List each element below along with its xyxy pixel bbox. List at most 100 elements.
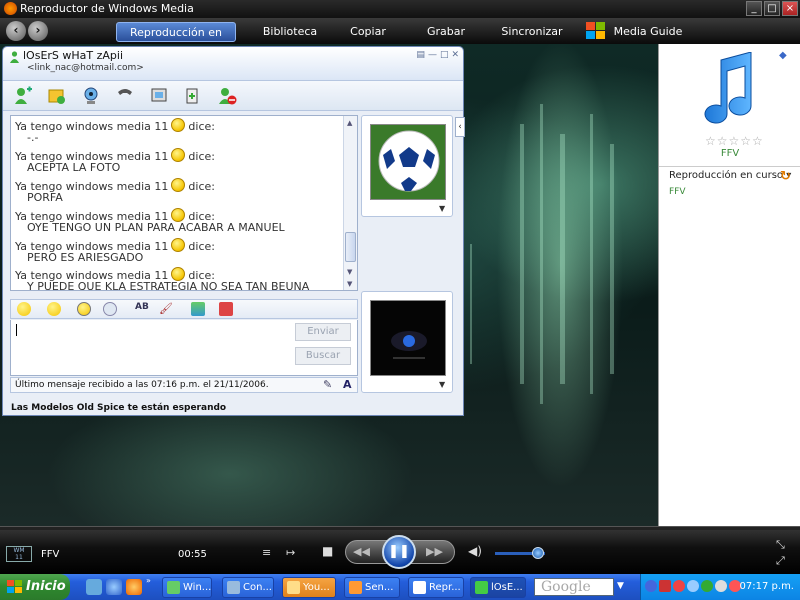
chat-history[interactable]: Ya tengo windows media 11 dice: -.- Ya te… — [10, 115, 358, 291]
quicklaunch-desktop-icon[interactable] — [86, 579, 102, 595]
quicklaunch-ie-icon[interactable] — [106, 579, 122, 595]
block-contact-icon[interactable] — [217, 86, 237, 106]
last-message-status: Último mensaje recibido a las 07:16 p.m.… — [10, 377, 358, 393]
forward-arrow-icon[interactable]: › — [28, 21, 48, 41]
volume-knob[interactable] — [531, 547, 544, 559]
control-track-title: FFV — [41, 549, 60, 560]
taskbar: Inicio » Win... Con... You... Sen... Rep… — [0, 574, 800, 600]
msn-menu-button[interactable]: ▤ — [416, 50, 425, 60]
smiley-icon — [171, 148, 186, 162]
message-text: PORFA — [27, 191, 63, 204]
maximize-button[interactable]: □ — [764, 1, 780, 16]
my-picture-menu-icon[interactable]: ▼ — [439, 380, 445, 389]
previous-button[interactable]: ◀◀ — [353, 545, 370, 558]
quicklaunch-firefox-icon[interactable] — [126, 579, 142, 595]
handwriting-icon[interactable]: ✎ — [323, 378, 332, 391]
tab-sync[interactable]: Sincronizar — [492, 22, 572, 42]
background-brush-icon[interactable]: 🖌 — [159, 302, 173, 316]
quicklaunch-expand-icon[interactable]: » — [146, 576, 154, 585]
contact-picture[interactable] — [370, 124, 446, 200]
task-youtube[interactable]: You... — [282, 577, 336, 598]
collapse-pictures-button[interactable]: ‹ — [455, 117, 465, 137]
scrollbar-thumb[interactable] — [345, 232, 356, 262]
msn-window-controls: ▤ — □ ✕ — [416, 50, 459, 60]
contact-email: <link_nac@hotmail.com> — [27, 63, 144, 73]
shuffle-icon[interactable]: ↻ — [780, 169, 791, 184]
back-arrow-icon[interactable]: ‹ — [6, 21, 26, 41]
tray-antivirus-icon[interactable] — [659, 580, 671, 592]
next-button[interactable]: ▶▶ — [426, 545, 443, 558]
invite-contact-icon[interactable] — [13, 86, 33, 106]
tray-volume-icon[interactable] — [715, 580, 727, 592]
send-files-icon[interactable] — [47, 86, 67, 106]
seek-bar[interactable] — [0, 526, 800, 530]
msn-minimize-button[interactable]: — — [428, 50, 437, 60]
tray-messenger-icon[interactable] — [687, 580, 699, 592]
smiley-icon — [171, 118, 186, 132]
tab-rip[interactable]: Copiar — [336, 22, 400, 42]
contact-picture-menu-icon[interactable]: ▼ — [439, 204, 445, 213]
task-player[interactable]: Repr... — [408, 577, 464, 598]
message-text: PERO ES ARIESGADO — [27, 251, 144, 264]
playlist-item[interactable]: FFV — [669, 187, 686, 197]
task-send[interactable]: Sen... — [344, 577, 400, 598]
windows-flag-icon — [586, 22, 606, 40]
tray-update-icon[interactable] — [701, 580, 713, 592]
fullscreen-icon[interactable]: ⤡ — [776, 538, 785, 552]
search-dropdown-icon[interactable]: ▼ — [617, 581, 625, 591]
font-icon[interactable]: AB — [135, 302, 149, 316]
gift-icon[interactable] — [219, 302, 233, 316]
smiley-icon — [171, 238, 186, 252]
tab-media-guide[interactable]: Media Guide — [612, 22, 684, 42]
msn-close-button[interactable]: ✕ — [451, 50, 459, 60]
playback-controls: WM 11 FFV 00:55 ≡ ↦ ■ ◀◀ ▶▶ ❚❚ ◀) ⤡ ⤢ — [0, 526, 800, 574]
minimize-button[interactable]: _ — [746, 1, 762, 16]
repeat-button[interactable]: ↦ — [286, 546, 295, 559]
album-art-thumb: WM 11 — [6, 546, 32, 562]
close-button[interactable]: × — [782, 1, 798, 16]
emoticon-icon[interactable] — [17, 302, 31, 316]
voice-clip-icon[interactable] — [103, 302, 117, 316]
pause-button[interactable]: ❚❚ — [382, 535, 416, 569]
now-playing-dropdown[interactable]: Reproducción en curso ▾ — [669, 170, 791, 181]
tray-alert-icon[interactable] — [673, 580, 685, 592]
shuffle-button[interactable]: ≡ — [262, 546, 271, 559]
activities-icon[interactable] — [149, 86, 169, 106]
tab-library[interactable]: Biblioteca — [252, 22, 328, 42]
text-mode-icon[interactable]: A — [343, 378, 352, 391]
message-text: OYE TENGO UN PLAN PARA ACABAR A MANUEL — [27, 221, 285, 234]
webcam-icon[interactable] — [81, 86, 101, 106]
task-windows[interactable]: Win... — [162, 577, 212, 598]
background-image-icon[interactable] — [191, 302, 205, 316]
call-icon[interactable] — [115, 86, 135, 106]
send-button[interactable]: Enviar — [295, 323, 351, 341]
stop-button[interactable]: ■ — [322, 544, 333, 558]
search-button[interactable]: Buscar — [295, 347, 351, 365]
volume-icon[interactable]: ◀) — [468, 544, 482, 558]
wink-icon[interactable] — [47, 302, 61, 316]
pin-icon[interactable]: ◆ — [779, 50, 787, 61]
my-picture[interactable] — [370, 300, 446, 376]
tab-now-playing[interactable]: Reproducción en curso — [116, 22, 236, 59]
msn-maximize-button[interactable]: □ — [440, 50, 449, 60]
windows-logo-icon — [7, 580, 22, 594]
format-toolbar: AB 🖌 — [10, 299, 358, 319]
rating-stars[interactable]: ☆☆☆☆☆ — [705, 134, 764, 148]
skin-mode-icon[interactable]: ⤢ — [776, 554, 785, 568]
message-compose[interactable]: Enviar Buscar — [10, 320, 358, 376]
tray-network-icon[interactable] — [645, 580, 657, 592]
nudge-icon[interactable] — [77, 302, 91, 316]
games-icon[interactable] — [183, 86, 203, 106]
start-button[interactable]: Inicio — [0, 574, 70, 600]
advertisement-text[interactable]: Las Modelos Old Spice te están esperando — [11, 403, 226, 413]
wmp-window-title: Reproductor de Windows Media — [20, 2, 194, 15]
soccer-ball-image — [371, 125, 445, 199]
tab-burn[interactable]: Grabar — [414, 22, 478, 42]
task-msn-chat[interactable]: lOsE... — [470, 577, 526, 598]
task-contacts[interactable]: Con... — [222, 577, 274, 598]
elapsed-time: 00:55 — [178, 549, 207, 560]
message-text: -.- — [27, 131, 39, 144]
chat-scrollbar[interactable]: ▲ ▼ ▼ — [343, 116, 357, 290]
google-search-box[interactable]: Google — [534, 578, 614, 596]
start-label: Inicio — [26, 579, 66, 594]
